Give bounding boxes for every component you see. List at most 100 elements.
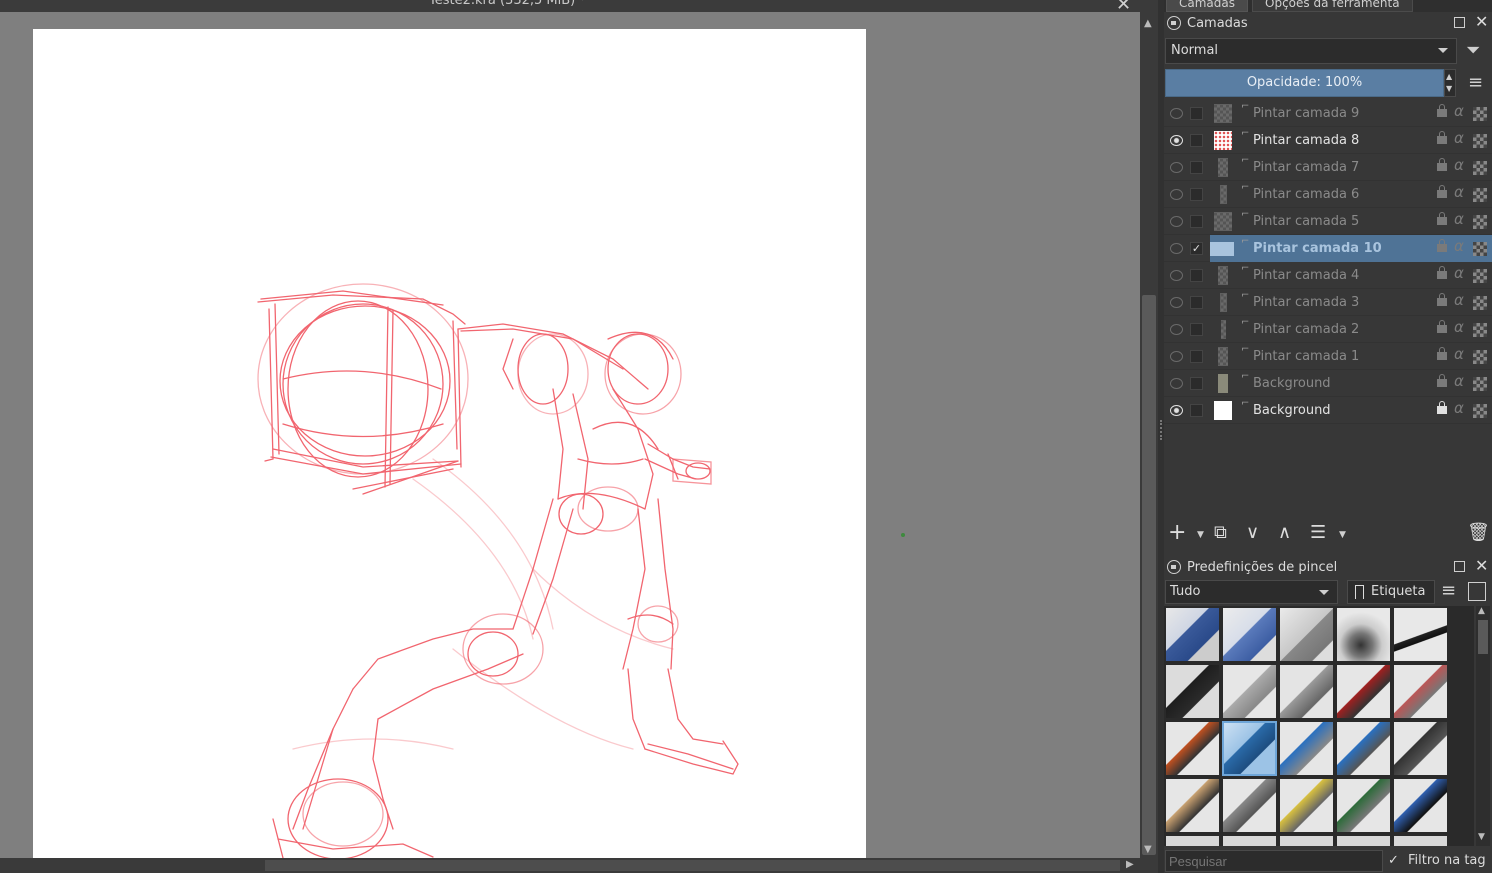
layer-row[interactable]: ⌐ Pintar camada 3 α [1164,289,1492,316]
inherit-alpha-icon[interactable] [1473,215,1487,229]
visibility-off-icon[interactable] [1170,162,1183,173]
scroll-up-icon[interactable]: ▲ [1478,606,1485,616]
tag-filter-checkbox[interactable]: ✓ Filtro na tag [1388,852,1492,872]
brush-ink[interactable] [1393,607,1448,662]
close-docker-icon[interactable]: ✕ [1475,12,1488,31]
brush-technical-pen[interactable] [1222,778,1277,833]
inherit-alpha-icon[interactable] [1473,269,1487,283]
brush-airbrush[interactable] [1336,607,1391,662]
close-document-icon[interactable]: ✕ [1116,0,1131,12]
visibility-off-icon[interactable] [1170,243,1183,254]
close-docker-icon[interactable]: ✕ [1475,556,1488,575]
chevron-down-icon[interactable]: ▼ [1339,530,1346,540]
lock-layer-icon[interactable] [1437,158,1447,171]
brush-scribble[interactable] [1393,778,1448,833]
visibility-on-icon[interactable] [1170,405,1183,416]
layer-checkbox[interactable] [1190,134,1203,147]
brush-eraser[interactable] [1165,607,1220,662]
brush-fineliner[interactable] [1165,721,1220,776]
alpha-lock-icon[interactable]: α [1454,318,1464,336]
visibility-off-icon[interactable] [1170,378,1183,389]
brush-settings-icon[interactable] [1468,582,1486,601]
layer-checkbox[interactable] [1190,161,1203,174]
layer-checkbox[interactable] [1190,296,1203,309]
inherit-alpha-icon[interactable] [1473,404,1487,418]
spin-up-icon[interactable]: ▲ [1446,72,1452,81]
layer-row[interactable]: ⌐ Pintar camada 9 α [1164,100,1492,127]
visibility-off-icon[interactable] [1170,324,1183,335]
brush-preset[interactable] [1336,835,1391,846]
add-layer-icon[interactable]: + [1168,520,1186,545]
brush-eraser-soft[interactable] [1222,607,1277,662]
view-mode-icon[interactable]: ≡ [1441,580,1456,601]
layer-row[interactable]: ⌐ Pintar camada 7 α [1164,154,1492,181]
lock-layer-icon[interactable] [1437,347,1447,360]
layer-checkbox[interactable] [1190,350,1203,363]
scroll-thumb[interactable] [1478,620,1488,654]
visibility-on-icon[interactable] [1170,135,1183,146]
opacity-slider[interactable]: Opacidade: 100% [1165,69,1444,97]
visibility-off-icon[interactable] [1170,297,1183,308]
brush-ink-pen[interactable] [1336,664,1391,719]
canvas-horizontal-scrollbar[interactable]: ▶ [0,858,1140,873]
brush-marker[interactable] [1165,664,1220,719]
lock-docker-icon[interactable] [1167,16,1181,30]
tag-button[interactable]: Etiqueta [1347,580,1435,604]
alpha-lock-icon[interactable]: α [1454,372,1464,390]
chevron-down-icon[interactable]: ▼ [1197,530,1204,540]
inherit-alpha-icon[interactable] [1473,350,1487,364]
inherit-alpha-icon[interactable] [1473,161,1487,175]
scroll-thumb[interactable] [265,860,1120,871]
brush-preset-grid[interactable] [1164,606,1474,846]
layer-row[interactable]: ⌐ Background α [1164,370,1492,397]
brush-pencil-yellow[interactable] [1279,778,1334,833]
splitter-grip-icon[interactable] [1160,420,1162,440]
layer-checkbox[interactable] [1190,215,1203,228]
alpha-lock-icon[interactable]: α [1454,102,1464,120]
blend-mode-select[interactable]: Normal [1165,38,1457,64]
lock-layer-icon[interactable] [1437,266,1447,279]
layer-row[interactable]: ⌐ Pintar camada 2 α [1164,316,1492,343]
layer-row[interactable]: ⌐ Pintar camada 5 α [1164,208,1492,235]
float-docker-icon[interactable] [1454,17,1465,28]
inherit-alpha-icon[interactable] [1473,377,1487,391]
scroll-thumb[interactable] [1142,295,1156,855]
move-up-icon[interactable]: ∧ [1278,522,1291,543]
visibility-off-icon[interactable] [1170,351,1183,362]
opacity-spinner[interactable]: ▲ ▼ [1444,69,1456,97]
layer-row-selected[interactable]: ✓ ⌐ Pintar camada 10 α [1164,235,1492,262]
brush-smudge[interactable] [1279,664,1334,719]
alpha-lock-icon[interactable]: α [1454,264,1464,282]
move-down-icon[interactable]: ∨ [1246,522,1259,543]
drawing-canvas[interactable] [33,29,866,858]
visibility-off-icon[interactable] [1170,270,1183,281]
layer-list[interactable]: ⌐ Pintar camada 9 α ⌐ Pintar camada 8 α [1164,100,1492,520]
alpha-lock-icon[interactable]: α [1454,156,1464,174]
inherit-alpha-icon[interactable] [1473,107,1487,121]
layer-checkbox[interactable] [1190,323,1203,336]
brush-preset[interactable] [1222,835,1277,846]
brush-pencil-selected[interactable] [1222,721,1277,776]
layer-checkbox[interactable] [1190,404,1203,417]
alpha-lock-icon[interactable]: α [1454,183,1464,201]
hamburger-menu-icon[interactable]: ≡ [1468,72,1483,93]
alpha-lock-icon[interactable]: α [1454,345,1464,363]
layer-row[interactable]: ⌐ Pintar camada 8 α [1164,127,1492,154]
layer-properties-icon[interactable]: ☰ [1310,522,1326,543]
duplicate-layer-icon[interactable]: ⧉ [1214,522,1227,543]
visibility-off-icon[interactable] [1170,216,1183,227]
lock-layer-icon[interactable] [1437,239,1447,252]
brush-preset[interactable] [1393,835,1448,846]
brush-charcoal[interactable] [1336,778,1391,833]
lock-layer-icon[interactable] [1437,320,1447,333]
lock-docker-icon[interactable] [1167,560,1181,574]
layer-checkbox[interactable] [1190,107,1203,120]
alpha-lock-icon[interactable]: α [1454,399,1464,417]
lock-layer-icon[interactable] [1437,185,1447,198]
scroll-down-icon[interactable]: ▼ [1478,832,1485,842]
scroll-right-icon[interactable]: ▶ [1126,859,1134,870]
alpha-lock-icon[interactable]: α [1454,210,1464,228]
lock-layer-icon[interactable] [1437,212,1447,225]
brush-ink-pen-soft[interactable] [1393,664,1448,719]
brush-preset[interactable] [1165,835,1220,846]
